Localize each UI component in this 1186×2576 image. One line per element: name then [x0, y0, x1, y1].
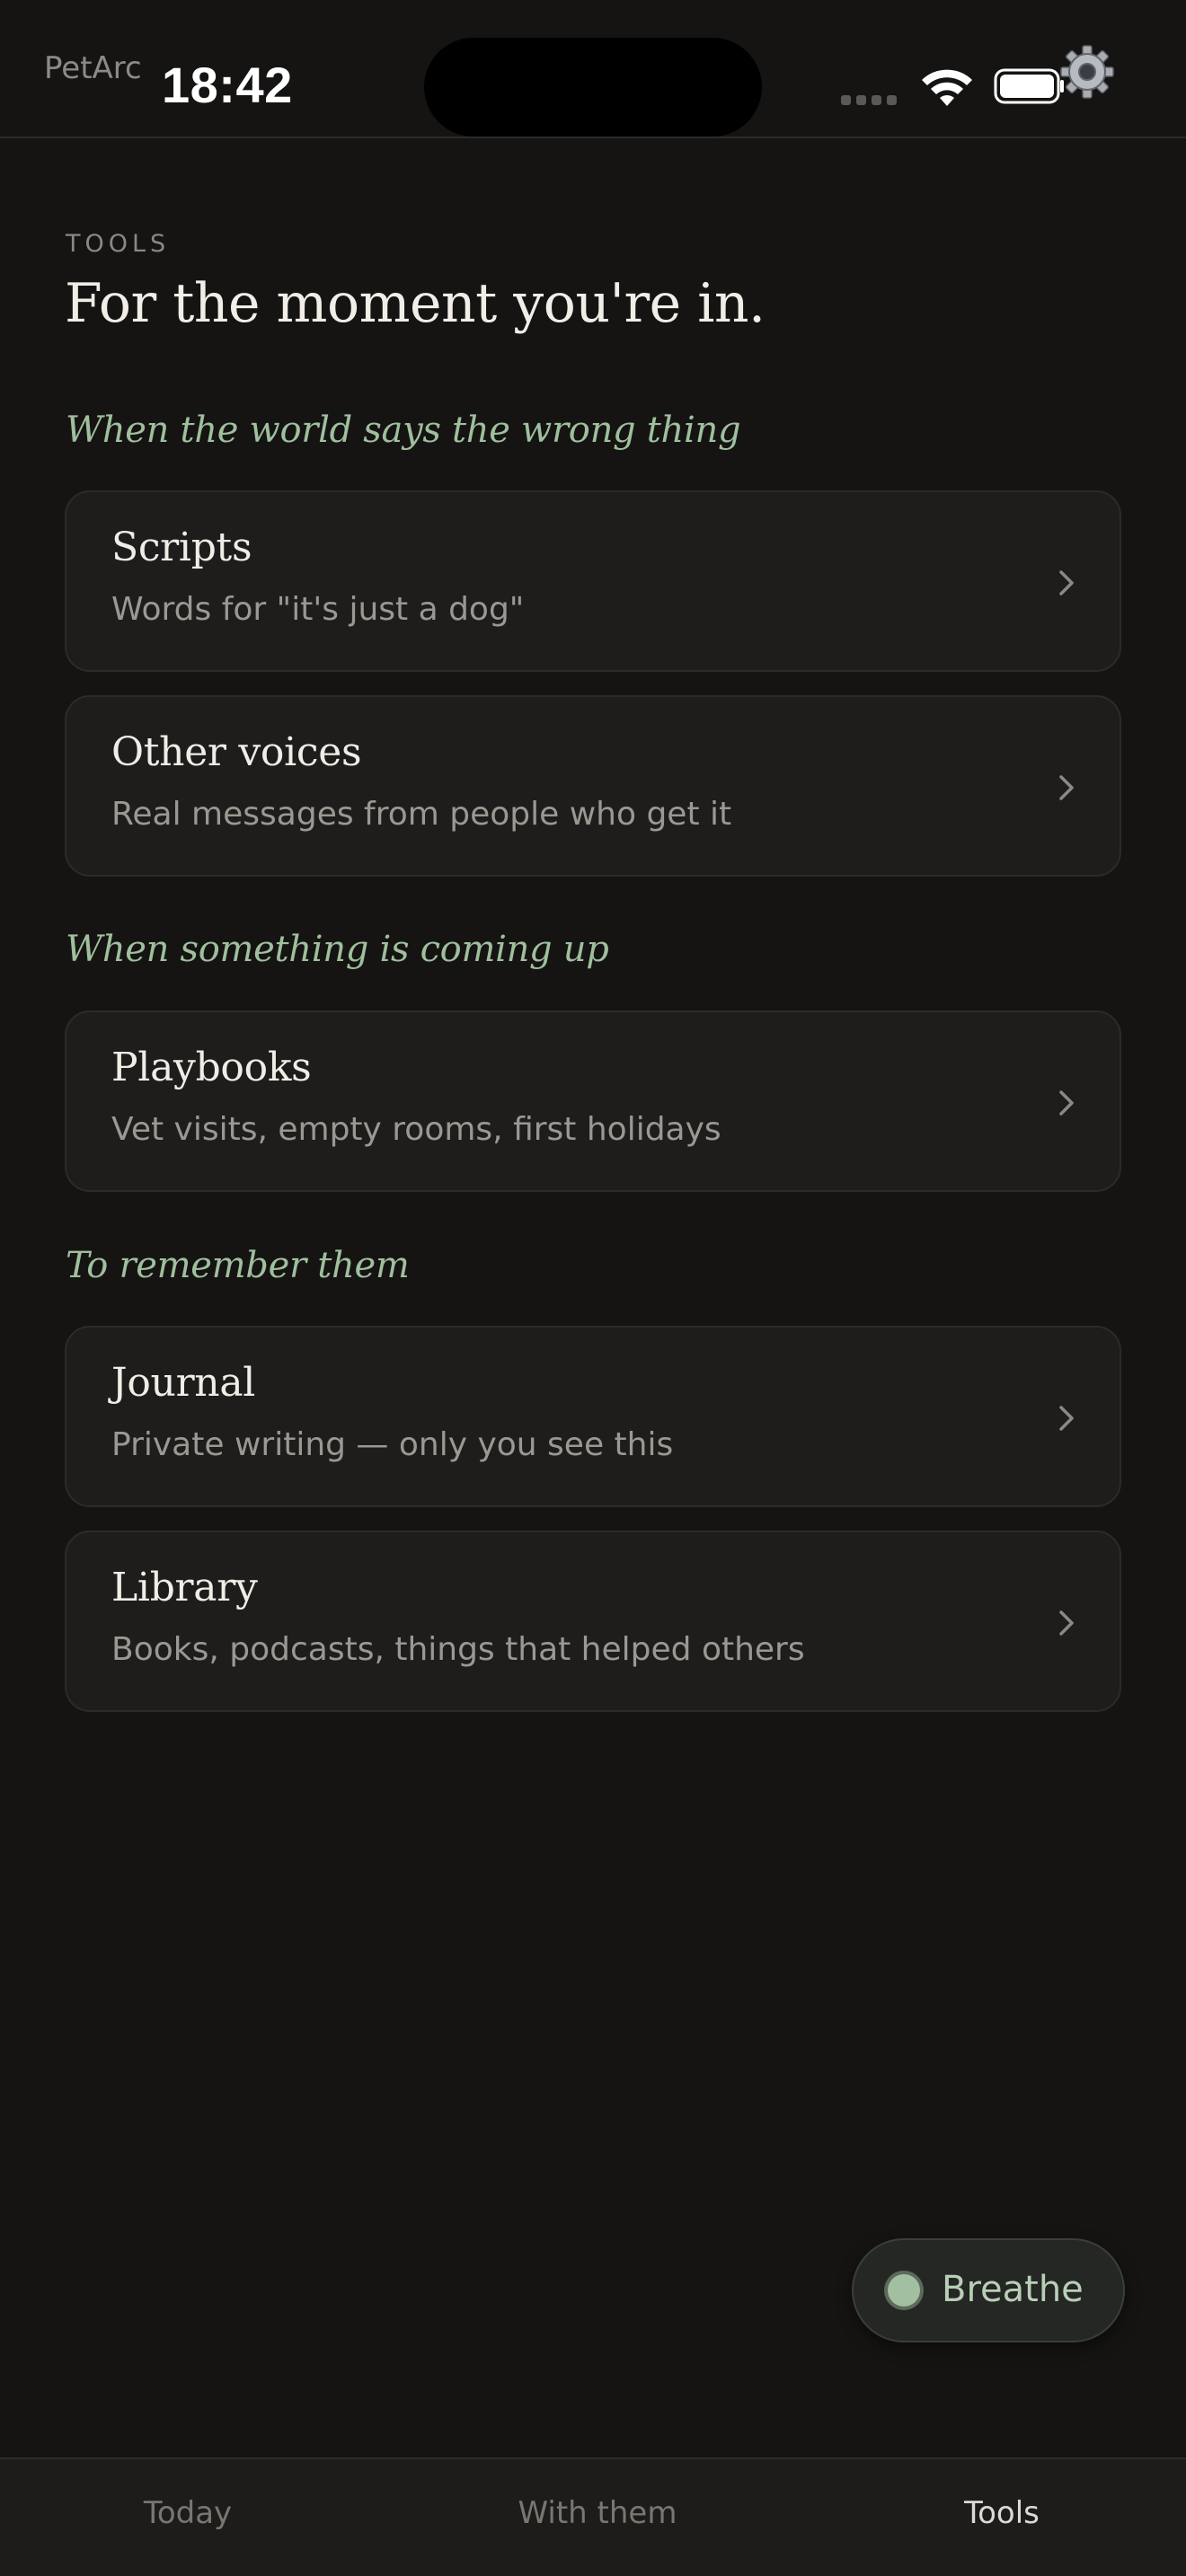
tool-card-other-voices[interactable]: Other voices Real messages from people w… [65, 695, 1121, 877]
section-heading-remember: To remember them [66, 1245, 410, 1286]
chevron-right-icon [1059, 1090, 1074, 1116]
gear-icon[interactable] [1058, 43, 1116, 101]
card-subtitle: Words for "it's just a dog" [111, 591, 525, 628]
tool-card-playbooks[interactable]: Playbooks Vet visits, empty rooms, first… [65, 1010, 1121, 1192]
section-heading-coming-up: When something is coming up [66, 929, 609, 970]
wifi-icon [922, 69, 972, 106]
card-title: Journal [111, 1360, 256, 1406]
tool-card-library[interactable]: Library Books, podcasts, things that hel… [65, 1531, 1121, 1712]
card-title: Scripts [111, 525, 252, 570]
app-name: PetArc [44, 50, 142, 86]
page-title: For the moment you're in. [65, 272, 766, 335]
page-eyebrow: TOOLS [66, 230, 171, 258]
signal-icon [841, 95, 897, 105]
chevron-right-icon [1059, 775, 1074, 800]
tab-with-them[interactable]: With them [518, 2495, 677, 2531]
status-bar: PetArc 18:42 [0, 0, 1186, 138]
tab-bar: Today With them Tools [0, 2457, 1186, 2576]
card-subtitle: Books, podcasts, things that helped othe… [111, 1631, 805, 1668]
tab-tools[interactable]: Tools [964, 2495, 1040, 2531]
tab-today[interactable]: Today [144, 2495, 232, 2531]
chevron-right-icon [1059, 1610, 1074, 1636]
breathe-button[interactable]: Breathe [852, 2238, 1125, 2342]
dynamic-island [424, 38, 762, 137]
breathe-label: Breathe [942, 2269, 1084, 2310]
card-subtitle: Private writing — only you see this [111, 1426, 674, 1463]
card-subtitle: Real messages from people who get it [111, 796, 732, 833]
card-title: Library [111, 1565, 258, 1610]
tool-card-scripts[interactable]: Scripts Words for "it's just a dog" [65, 490, 1121, 672]
chevron-right-icon [1059, 570, 1074, 595]
card-subtitle: Vet visits, empty rooms, first holidays [111, 1111, 721, 1148]
breathe-dot-icon [888, 2274, 920, 2307]
card-title: Other voices [111, 729, 362, 775]
section-heading-wrong-thing: When the world says the wrong thing [66, 410, 741, 451]
status-time: 18:42 [162, 57, 293, 113]
tool-card-journal[interactable]: Journal Private writing — only you see t… [65, 1326, 1121, 1507]
battery-icon [994, 68, 1064, 104]
card-title: Playbooks [111, 1045, 312, 1090]
chevron-right-icon [1059, 1406, 1074, 1431]
